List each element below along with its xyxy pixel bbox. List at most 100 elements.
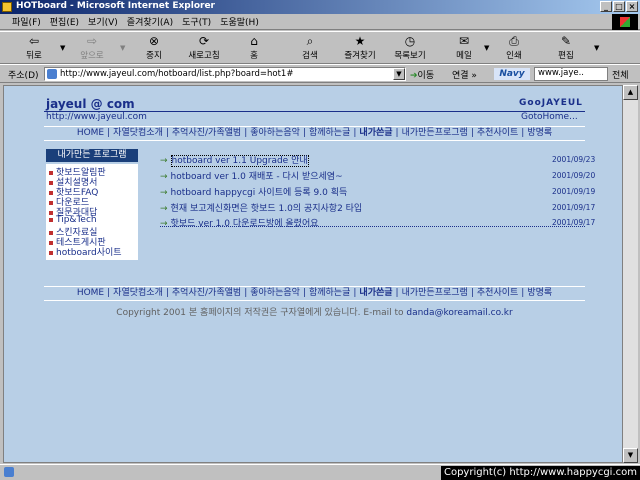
post-date: 2001/09/19 [552,187,596,196]
history-icon: ◷ [404,34,416,48]
edit-dropdown-icon[interactable]: ▼ [594,44,599,52]
window-title: HOTboard - Microsoft Internet Explorer [16,1,215,11]
stop-icon: ⊗ [148,34,160,48]
list-item[interactable]: → 현재 보고계신화면은 핫보드 1.0의 공지사항2 타입 [160,201,362,214]
menu-edit[interactable]: 편집(E) [50,15,79,28]
back-dropdown-icon[interactable]: ▼ [60,44,65,52]
favorites-button[interactable]: ★ 즐겨찾기 [338,34,382,61]
nav-my-writing[interactable]: 내가쓴글 [359,128,392,138]
nav-guestbook[interactable]: 방명록 [527,288,552,298]
edit-button[interactable]: ✎ 편집 [544,34,588,61]
standard-toolbar: ⇦ 뒤로 ▼ ⇨ 앞으로 ▼ ⊗ 중지 ⟳ 새로고침 ⌂ 홈 ⌕ 검색 ★ 즐겨… [0,31,640,64]
list-item[interactable]: → hotboard ver 1.1 Upgrade 안내 [160,153,309,167]
bullet-arrow-icon: → [160,172,168,182]
favorites-icon: ★ [354,34,366,48]
bottom-navigation: HOME | 자열닷컴소개 | 추억사진/가족앨범 | 좋아하는음악 | 함께하는글 | 내가쓴글 |… [44,286,585,301]
windows-logo-icon [612,14,638,30]
maximize-button[interactable]: □ [613,1,625,12]
nav-recommended-sites[interactable]: 추천사이트 [477,128,518,138]
edit-icon: ✎ [560,34,572,48]
nav-photos[interactable]: 추억사진/가족앨범 [172,128,241,138]
scroll-up-icon[interactable]: ▲ [623,85,638,100]
minimize-button[interactable]: _ [600,1,612,12]
back-arrow-icon: ⇦ [28,34,40,48]
list-item[interactable]: → 핫보드 ver 1.0 다운로드방에 올렸어요 [160,216,319,229]
email-link[interactable]: danda@koreamail.co.kr [406,308,512,318]
home-button[interactable]: ⌂ 홈 [232,34,276,61]
page-status-icon [4,467,14,477]
nav-shared-writing[interactable]: 함께하는글 [309,128,350,138]
scroll-down-icon[interactable]: ▼ [623,448,638,463]
address-url[interactable]: http://www.jayeul.com/hotboard/list.php?… [60,69,293,79]
list-divider [160,226,585,227]
address-input[interactable]: http://www.jayeul.com/hotboard/list.php?… [44,67,406,81]
go-button[interactable]: ➔이동 [410,68,434,81]
nav-home[interactable]: HOME [77,288,104,298]
nav-music[interactable]: 좋아하는음악 [250,128,300,138]
menu-file[interactable]: 파일(F) [12,15,41,28]
side-item-tips[interactable]: Tip&Tech [49,215,97,225]
nav-recommended-sites[interactable]: 추천사이트 [477,288,518,298]
copyright-notice: Copyright 2001 본 홈페이지의 저작권은 구자열에게 있습니다. … [116,308,513,318]
nav-guestbook[interactable]: 방명록 [527,128,552,138]
site-title[interactable]: jayeul @ com [46,97,135,111]
nav-my-programs[interactable]: 내가만든프로그램 [402,128,468,138]
ie-app-icon [2,2,12,12]
page-viewport: jayeul @ com GooJAYEUL http://www.jayeul… [3,85,623,463]
nav-music[interactable]: 좋아하는음악 [250,288,300,298]
forward-button[interactable]: ⇨ 앞으로 [70,34,114,61]
menu-tools[interactable]: 도구(T) [182,15,211,28]
nav-about[interactable]: 자열닷컴소개 [113,128,163,138]
refresh-icon: ⟳ [198,34,210,48]
forward-arrow-icon: ⇨ [86,34,98,48]
nav-my-programs[interactable]: 내가만든프로그램 [402,288,468,298]
navy-logo[interactable]: Navy [494,68,530,80]
close-button[interactable]: × [626,1,638,12]
nav-my-writing[interactable]: 내가쓴글 [359,288,392,298]
mail-dropdown-icon[interactable]: ▼ [484,44,489,52]
stop-button[interactable]: ⊗ 중지 [132,34,176,61]
home-icon: ⌂ [250,34,258,48]
brand-logo: GooJAYEUL [519,98,583,108]
nav-home[interactable]: HOME [77,128,104,138]
top-navigation: HOME | 자열닷컴소개 | 추억사진/가족앨범 | 좋아하는음악 | 함께하는글 | 내가쓴글 |… [44,126,585,141]
menu-help[interactable]: 도움말(H) [220,15,259,28]
address-label: 주소(D) [8,71,39,81]
print-button[interactable]: ⎙ 인쇄 [492,34,536,61]
post-date: 2001/09/17 [552,203,596,212]
search-icon: ⌕ [306,34,314,48]
navy-search-input[interactable]: www.jaye.. [534,67,608,81]
links-button[interactable]: 연결 » [452,68,477,81]
side-item-hotboard-site[interactable]: hotboard사이트 [49,245,122,258]
address-dropdown-icon[interactable]: ▼ [393,68,405,80]
list-item[interactable]: → hotboard happycgi 사이트에 등록 9.0 획득 [160,185,347,198]
vertical-scrollbar[interactable]: ▲ ▼ [623,85,638,463]
nav-shared-writing[interactable]: 함께하는글 [309,288,350,298]
history-button[interactable]: ◷ 목록보기 [388,34,432,61]
print-icon: ⎙ [509,34,519,48]
mail-icon: ✉ [458,34,470,48]
refresh-button[interactable]: ⟳ 새로고침 [182,34,226,61]
bullet-arrow-icon: → [160,156,168,166]
forward-dropdown-icon[interactable]: ▼ [120,44,125,52]
window-title-bar[interactable]: HOTboard - Microsoft Internet Explorer _… [0,0,640,14]
go-arrow-icon: ➔ [410,71,418,81]
goto-home-link[interactable]: GotoHome... [521,112,578,122]
menu-bar: 파일(F) 편집(E) 보기(V) 즐겨찾기(A) 도구(T) 도움말(H) [0,14,640,30]
menu-favorites[interactable]: 즐겨찾기(A) [127,15,173,28]
bullet-arrow-icon: → [160,219,168,229]
mail-button[interactable]: ✉ 메일 [442,34,486,61]
side-menu-header: 내가만든 프로그램 [46,149,138,162]
nav-about[interactable]: 자열닷컴소개 [113,288,163,298]
site-url[interactable]: http://www.jayeul.com [46,112,147,122]
menu-view[interactable]: 보기(V) [88,15,118,28]
side-menu: 핫보드알림판 설치설명서 핫보드FAQ 다운로드 질문과대답 Tip&Tech … [46,164,138,260]
search-button[interactable]: ⌕ 검색 [288,34,332,61]
post-date: 2001/09/20 [552,171,596,180]
page-icon [47,69,57,79]
list-item[interactable]: → hotboard ver 1.0 재배포 - 다시 받으세염~ [160,169,343,182]
nav-photos[interactable]: 추억사진/가족앨범 [172,288,241,298]
search-scope-label[interactable]: 전체 [612,68,629,81]
back-button[interactable]: ⇦ 뒤로 [12,34,56,61]
bullet-arrow-icon: → [160,204,168,214]
